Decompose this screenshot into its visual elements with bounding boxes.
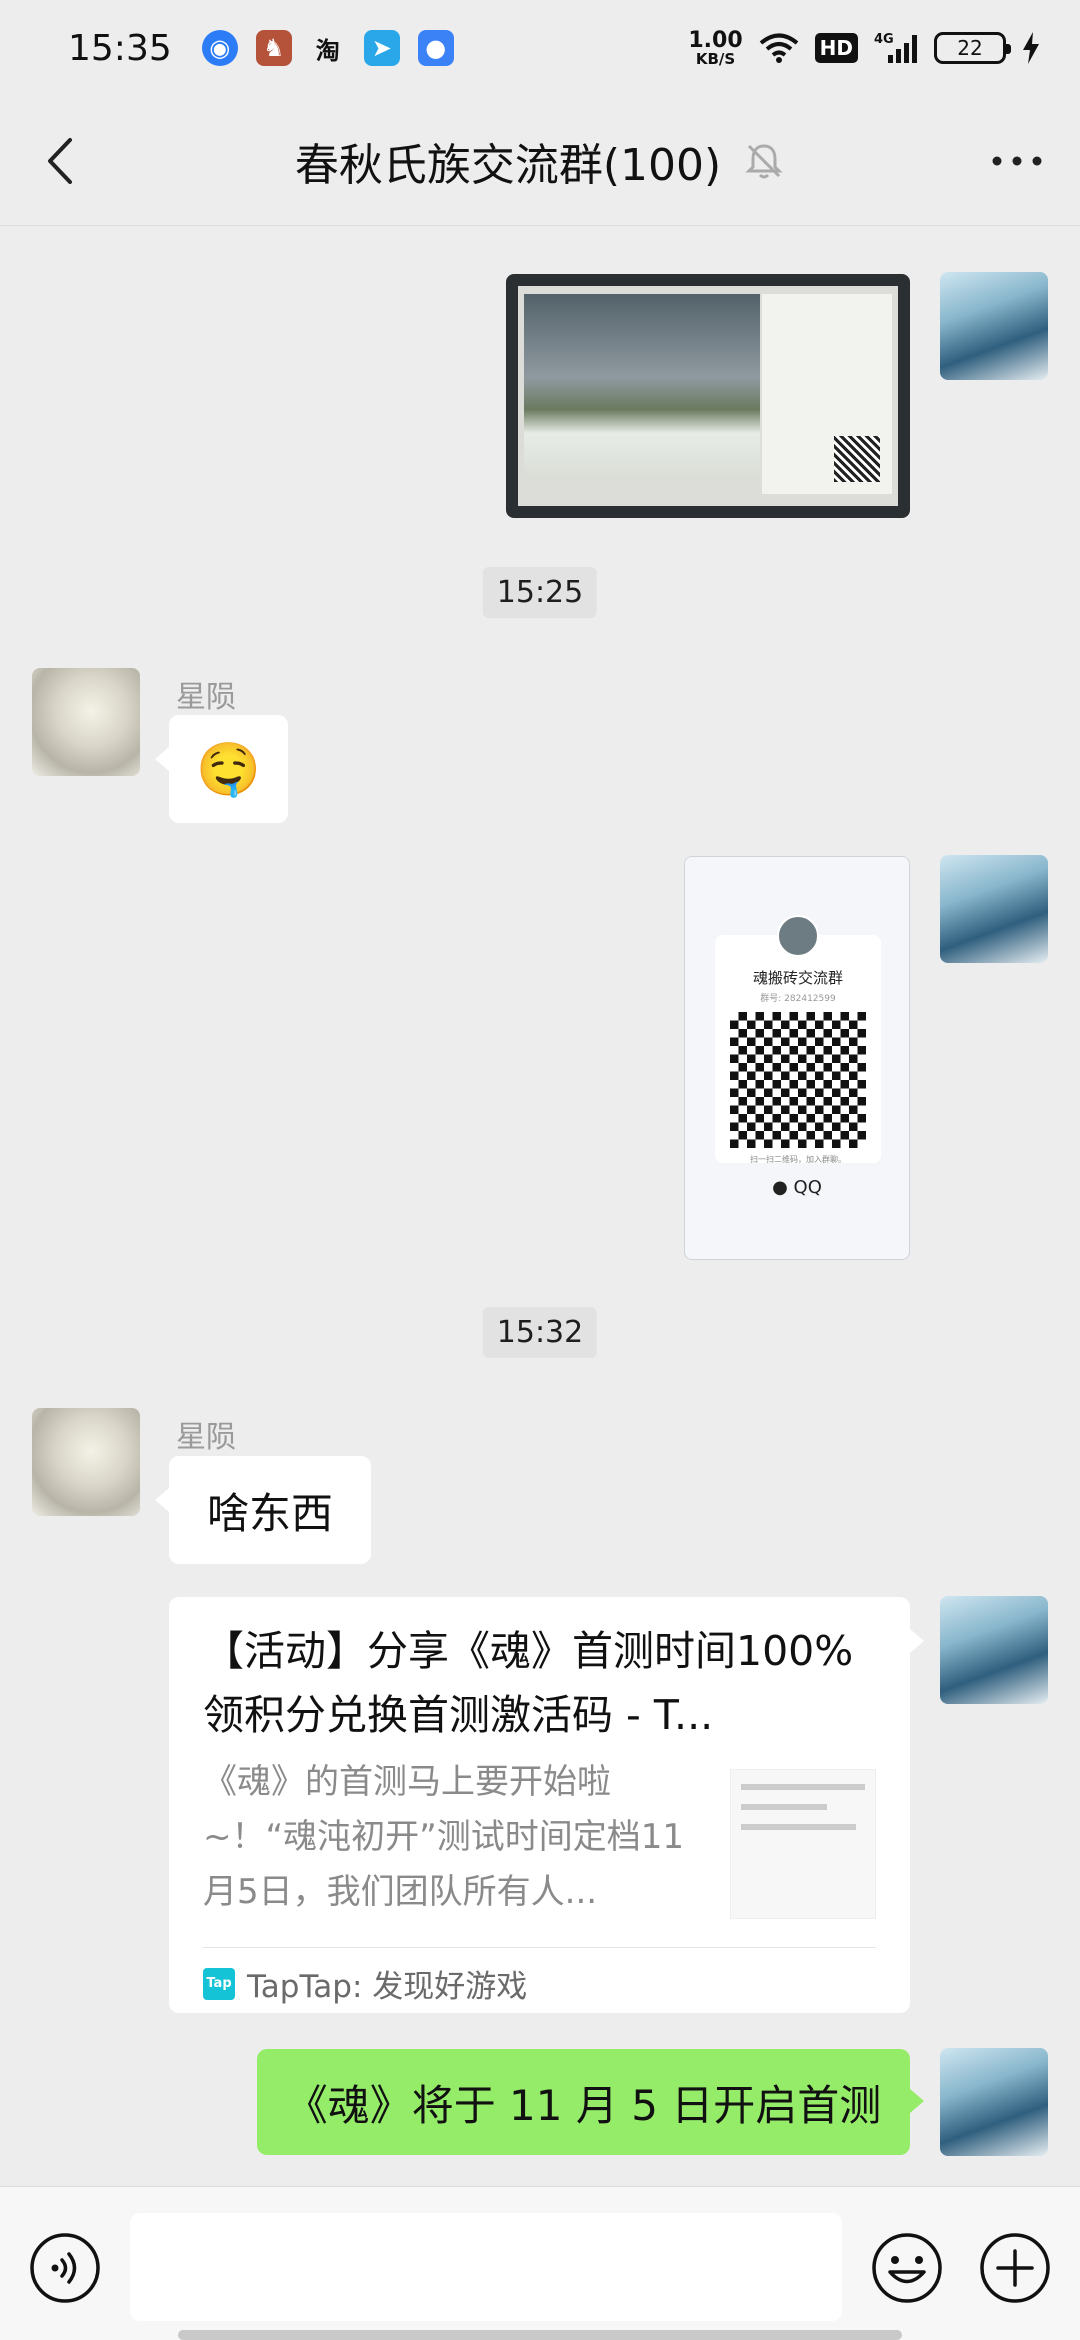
- back-icon[interactable]: [30, 128, 96, 194]
- charging-icon: [1023, 32, 1039, 64]
- group-avatar: [777, 915, 819, 957]
- sender-avatar[interactable]: [32, 1408, 140, 1516]
- net-speed-unit: KB/S: [695, 49, 736, 68]
- link-source: Tap TapTap: 发现好游戏: [203, 1961, 527, 2006]
- game-scene-image: [524, 294, 760, 480]
- my-avatar[interactable]: [940, 272, 1048, 380]
- image-message[interactable]: [506, 274, 910, 518]
- emoji-icon[interactable]: [870, 2231, 944, 2305]
- battery-level: 22: [957, 36, 983, 60]
- signal-icon: 4G: [874, 32, 917, 63]
- qq-brand: ● QQ: [685, 1177, 909, 1198]
- my-avatar[interactable]: [940, 1596, 1048, 1704]
- qr-card-image[interactable]: 魂搬砖交流群 群号: 282412599 扫一扫二维码，加入群聊。 ● QQ: [684, 856, 910, 1260]
- battery-icon: 22: [934, 32, 1011, 64]
- send-notification-icon: ➤: [363, 30, 400, 66]
- image-content: [518, 286, 898, 506]
- wifi-icon: [759, 33, 798, 63]
- taptap-icon: Tap: [203, 1967, 235, 2000]
- qq-brand-text: QQ: [793, 1177, 822, 1198]
- my-message-text: 《魂》将于 11 月 5 日开启首测: [285, 2080, 882, 2130]
- my-avatar[interactable]: [940, 855, 1048, 963]
- game-notification-icon: ♞: [255, 30, 292, 66]
- timestamp: 15:25: [482, 567, 598, 618]
- message-input[interactable]: [130, 2213, 842, 2321]
- thumb-line: [741, 1804, 828, 1810]
- link-thumbnail: [730, 1769, 876, 1919]
- sender-name: 星陨: [176, 1420, 236, 1455]
- text-bubble[interactable]: 啥东西: [155, 1456, 371, 1564]
- qr-group-name: 魂搬砖交流群: [752, 969, 843, 987]
- link-divider: [203, 1947, 876, 1948]
- emoji-content: 🤤: [196, 739, 261, 800]
- thumb-line: [741, 1824, 857, 1830]
- voice-input-icon[interactable]: [28, 2231, 102, 2305]
- link-title: 【活动】分享《魂》首测时间100%领积分兑换首测激活码 - T...: [203, 1627, 854, 1739]
- qr-code: [730, 1012, 866, 1148]
- timestamp: 15:32: [482, 1307, 598, 1358]
- status-right: 1.00 KB/S HD 4G 22: [688, 27, 1040, 68]
- sender-avatar[interactable]: [32, 668, 140, 776]
- net-speed-value: 1.00: [688, 27, 743, 53]
- thumb-line: [741, 1784, 865, 1790]
- mute-bell-icon: [745, 143, 783, 178]
- plus-icon[interactable]: [978, 2231, 1052, 2305]
- sender-name: 星陨: [176, 680, 236, 715]
- chat-header: 春秋氏族交流群(100): [0, 96, 1080, 226]
- title-wrap: 春秋氏族交流群(100): [295, 129, 785, 193]
- chat-title: 春秋氏族交流群(100): [294, 139, 722, 191]
- link-body: 《魂》的首测马上要开始啦~！“魂沌初开”测试时间定档11月5日，我们团队所有人.…: [203, 1755, 876, 1920]
- qq-penguin-icon: ●: [772, 1177, 788, 1198]
- input-bar: [0, 2186, 1080, 2340]
- qr-group-number: 群号: 282412599: [760, 994, 836, 1004]
- my-text-bubble[interactable]: 《魂》将于 11 月 5 日开启首测: [257, 2049, 924, 2155]
- browser-notification-icon: ◉: [201, 30, 238, 66]
- notification-icons: ◉ ♞ 淘 ➤ ●: [201, 30, 454, 66]
- message-text: 啥东西: [206, 1488, 333, 1538]
- status-time: 15:35: [68, 27, 172, 69]
- hd-badge: HD: [814, 33, 858, 63]
- taobao-notification-icon: 淘: [315, 36, 340, 65]
- link-description: 《魂》的首测马上要开始啦~！“魂沌初开”测试时间定档11月5日，我们团队所有人.…: [203, 1762, 684, 1912]
- emoji-bubble[interactable]: 🤤: [155, 715, 288, 823]
- poster-side-panel: [762, 294, 892, 494]
- network-type: 4G: [874, 32, 894, 47]
- more-icon[interactable]: [984, 128, 1050, 194]
- qr-card-inner: 魂搬砖交流群 群号: 282412599 扫一扫二维码，加入群聊。: [715, 935, 881, 1164]
- chat-notification-icon: ●: [417, 30, 454, 66]
- home-indicator[interactable]: [178, 2330, 902, 2340]
- link-card[interactable]: 【活动】分享《魂》首测时间100%领积分兑换首测激活码 - T... 《魂》的首…: [169, 1597, 924, 2013]
- link-source-text: TapTap: 发现好游戏: [247, 1969, 528, 2005]
- qr-hint: 扫一扫二维码，加入群聊。: [750, 1155, 846, 1164]
- small-qr-code: [834, 436, 880, 482]
- my-avatar[interactable]: [940, 2048, 1048, 2156]
- net-speed: 1.00 KB/S: [688, 27, 743, 68]
- status-bar: 15:35 ◉ ♞ 淘 ➤ ● 1.00 KB/S HD 4G 22: [0, 0, 1080, 96]
